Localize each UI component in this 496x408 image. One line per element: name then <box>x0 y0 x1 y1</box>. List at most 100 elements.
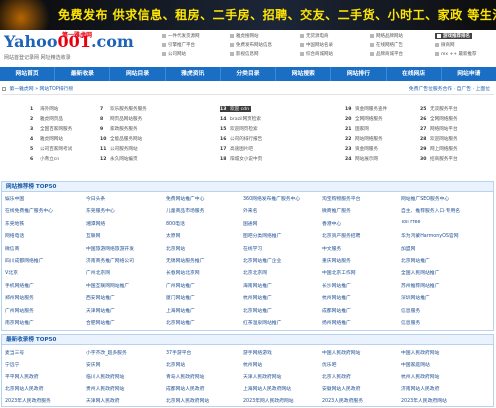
site-link[interactable]: 北京网站人民政府 <box>5 385 85 392</box>
rank-item[interactable]: 28 欢迎网站服务 <box>420 136 458 142</box>
rank-item[interactable]: 24 网站展示网 <box>345 156 378 162</box>
site-link[interactable]: 无锡网站服务推广 <box>166 257 242 264</box>
site-link[interactable]: 淘宝购物服务平台 <box>322 195 400 202</box>
site-link[interactable]: 青岛人民政府网站 <box>166 373 242 380</box>
rank-item[interactable]: 11 公司服务网站 <box>100 146 138 152</box>
rank-item[interactable]: 25 无双服务平台 <box>420 106 458 112</box>
breadcrumb-home[interactable]: 第一雅虎网 <box>10 87 34 92</box>
nav-item[interactable]: 网站申请 <box>442 67 496 81</box>
site-link[interactable]: 中国人民政府网站 <box>322 349 400 356</box>
top-link[interactable]: 引擎推广平台 <box>162 42 195 48</box>
site-link[interactable]: 优乐吧 <box>322 361 400 368</box>
site-link[interactable]: 太原网 <box>166 232 242 239</box>
site-link[interactable]: 扬州网络推广 <box>322 319 400 326</box>
site-link[interactable]: 信息服务 <box>401 307 493 314</box>
top-banner[interactable]: 免费发布 供求信息、租房、二手房、招聘、交友、二手货、小时工、家政 等生活分类信… <box>0 0 496 30</box>
site-link[interactable]: 东莞服务中心 <box>86 207 165 214</box>
site-link[interactable]: 杭州网站推广 <box>243 294 321 301</box>
rank-item[interactable]: 21 国家网 <box>345 126 369 132</box>
top-link[interactable]: 无货源电商 <box>300 33 329 39</box>
site-link[interactable]: 儿童商品市场服务 <box>166 207 242 214</box>
site-link[interactable]: 中国北京工作网 <box>322 269 400 276</box>
site-link[interactable]: 外来名 <box>243 207 321 214</box>
site-link[interactable]: 小字齐改_超多服务 <box>86 349 165 356</box>
site-link[interactable]: 安徽网站人民政府 <box>322 385 400 392</box>
site-link[interactable]: 800电话 <box>166 220 242 227</box>
top-link[interactable]: 免费发布网站信息 <box>230 42 272 48</box>
rank-item[interactable]: 14 brazil网页检索 <box>220 116 261 122</box>
nav-item[interactable]: 网站首页 <box>0 67 56 81</box>
site-link[interactable]: 成都网站推广 <box>322 307 400 314</box>
rank-item[interactable]: 18 阳城女小说中页 <box>220 156 262 162</box>
site-logo[interactable]: Yahoo001.com 第一雅虎网 网站首登记录网 网址精选收录 <box>2 31 152 63</box>
rank-item[interactable]: 30 招商服务平台 <box>420 156 458 162</box>
site-link[interactable]: 香港中心 <box>322 220 400 227</box>
site-link[interactable]: 2023年网人民政府网站 <box>243 397 321 404</box>
top-link[interactable]: 影视信息网 <box>230 51 259 57</box>
site-link[interactable]: 成都网站人民政府 <box>166 385 242 392</box>
site-link[interactable]: 北京网站推广 <box>243 307 321 314</box>
rank-item[interactable]: 8 网页品网站服务 <box>100 116 142 122</box>
top-link[interactable]: 网络品牌网站 <box>370 33 403 39</box>
site-link[interactable]: 广州北京网 <box>86 269 165 276</box>
site-link[interactable]: 华为鸿蒙HarmonyOS官网 <box>401 232 493 239</box>
nav-item[interactable]: 网站排行 <box>331 67 387 81</box>
site-link[interactable]: 贵州人民政府网站 <box>86 385 165 392</box>
site-link[interactable]: 杭州网站 <box>243 361 321 368</box>
rank-item[interactable]: 9 家政服务服务 <box>100 126 138 132</box>
site-link[interactable]: 天津网人民政府 <box>86 397 165 404</box>
site-link[interactable]: 济南网站人民政府 <box>401 385 493 392</box>
site-link[interactable]: 网络电话 <box>5 232 85 239</box>
rank-item[interactable]: 12 永久网站编页 <box>100 156 138 162</box>
site-link[interactable]: 2023年人民政府服务 <box>5 397 85 404</box>
site-link[interactable]: 网站推广SEO服务中心 <box>401 195 493 202</box>
top-link[interactable]: 中国网站名录 <box>300 42 333 48</box>
site-link[interactable]: 信息服务 <box>401 319 493 326</box>
site-link[interactable]: 广州网站服务 <box>5 307 85 314</box>
rank-item[interactable]: 15 欢迎网页检索 <box>220 126 258 132</box>
site-link[interactable]: 长春网站北京网 <box>166 269 242 276</box>
site-link[interactable]: 微商推广服务 <box>322 207 400 214</box>
rank-item[interactable]: 29 网上网络服务 <box>420 146 458 152</box>
site-link[interactable]: 国通网 <box>243 220 321 227</box>
site-link[interactable]: 在线免费推广服务中心 <box>5 207 85 214</box>
top-link[interactable]: 雅虎搜网站 <box>230 33 259 39</box>
site-link[interactable]: 中文服务 <box>322 245 400 252</box>
rank-item[interactable]: 22 网站网络服务 <box>345 136 383 142</box>
top-link[interactable]: 微商网 <box>435 42 455 48</box>
site-link[interactable]: 全国人民网站推广 <box>401 269 493 276</box>
nav-item[interactable]: 分类目录 <box>221 67 277 81</box>
site-link[interactable]: 安庆网 <box>86 361 165 368</box>
site-link[interactable]: 在线学习 <box>243 245 321 252</box>
site-link[interactable]: 2023年人民政府网站 <box>401 397 493 404</box>
site-link[interactable]: 北京网站推广企业 <box>243 257 321 264</box>
site-link[interactable]: 北京北京网 <box>243 269 321 276</box>
site-link[interactable]: 中国互联网网站推广 <box>86 282 165 289</box>
site-link[interactable]: 东莞地铁 <box>5 220 85 227</box>
top-link[interactable]: 一件代发货源网 <box>162 33 200 39</box>
top-link[interactable]: 在线网络广告 <box>370 42 403 48</box>
rank-item[interactable]: 20 全网网络服务 <box>345 116 383 122</box>
site-link[interactable]: 广州网站推广 <box>166 282 242 289</box>
site-link[interactable]: 北京网人民政府网站 <box>166 397 242 404</box>
rank-item[interactable]: 13 欢迎 cdn <box>220 106 252 112</box>
rank-item[interactable]: 6 小青立cn <box>30 156 59 162</box>
site-link[interactable]: 合肥网站推广 <box>86 319 165 326</box>
rank-item[interactable]: 4 雅虎网网站 <box>30 136 63 142</box>
site-link[interactable]: 游手网络游戏 <box>243 349 321 356</box>
site-link[interactable]: 上海网站人民政府网站 <box>243 385 321 392</box>
site-link[interactable]: 北京资产服务招聘 <box>322 232 400 239</box>
site-link[interactable]: 免费网站推广中心 <box>166 195 242 202</box>
site-link[interactable]: 红茶温泉网站推广 <box>243 319 321 326</box>
site-link[interactable]: 今日头条 <box>86 195 165 202</box>
site-link[interactable]: 天津网站推广 <box>86 307 165 314</box>
site-link[interactable]: 360网络发布推广服务中心 <box>243 195 321 202</box>
nav-item[interactable]: 最新收录 <box>55 67 111 81</box>
site-link[interactable]: 北京人民政府 <box>322 373 400 380</box>
rank-item[interactable]: 1 海外网站 <box>30 106 58 112</box>
site-link[interactable]: 中国家庭网站 <box>401 361 493 368</box>
site-link[interactable]: 麦当三号 <box>5 349 85 356</box>
site-link[interactable]: 湘潭网络 <box>86 220 165 227</box>
site-link[interactable]: 中国人民政府网站 <box>401 349 493 356</box>
nav-item[interactable]: 在线网店 <box>387 67 442 81</box>
